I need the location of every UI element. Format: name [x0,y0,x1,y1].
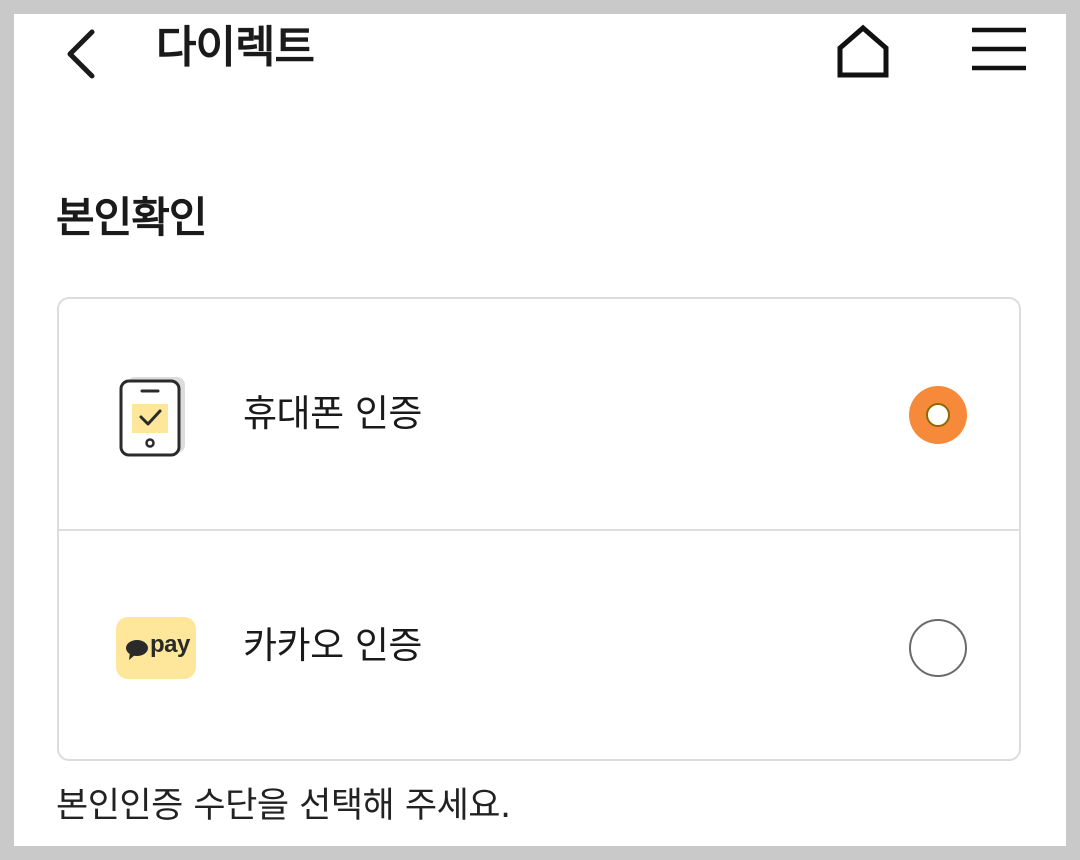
phone-check-icon [117,373,189,461]
chevron-left-icon [67,29,95,79]
section-title: 본인확인 [56,193,208,242]
hamburger-menu-icon [972,27,1026,71]
speech-bubble-icon [126,640,148,660]
option-label: 카카오 인증 [243,624,422,667]
helper-text: 본인인증 수단을 선택해 주세요. [56,786,511,826]
identity-verification-screen: 다이렉트 본인확인 휴대폰 인증 pay 카카오 인증 본인인증 수단을 선택해… [14,14,1066,846]
top-app-bar: 다이렉트 [14,14,1066,84]
pay-badge-text: pay [150,631,190,658]
home-button[interactable] [832,22,894,78]
back-button[interactable] [58,24,104,82]
radio-unselected[interactable] [909,619,967,677]
radio-selected[interactable] [909,386,967,444]
kakao-pay-icon: pay [116,617,196,679]
option-kakao-verification[interactable]: pay 카카오 인증 [59,531,1019,761]
home-icon [837,24,889,78]
page-title: 다이렉트 [156,22,315,73]
option-phone-verification[interactable]: 휴대폰 인증 [59,299,1019,529]
option-label: 휴대폰 인증 [243,392,422,435]
verification-method-card: 휴대폰 인증 pay 카카오 인증 [57,297,1021,761]
menu-button[interactable] [968,24,1030,76]
